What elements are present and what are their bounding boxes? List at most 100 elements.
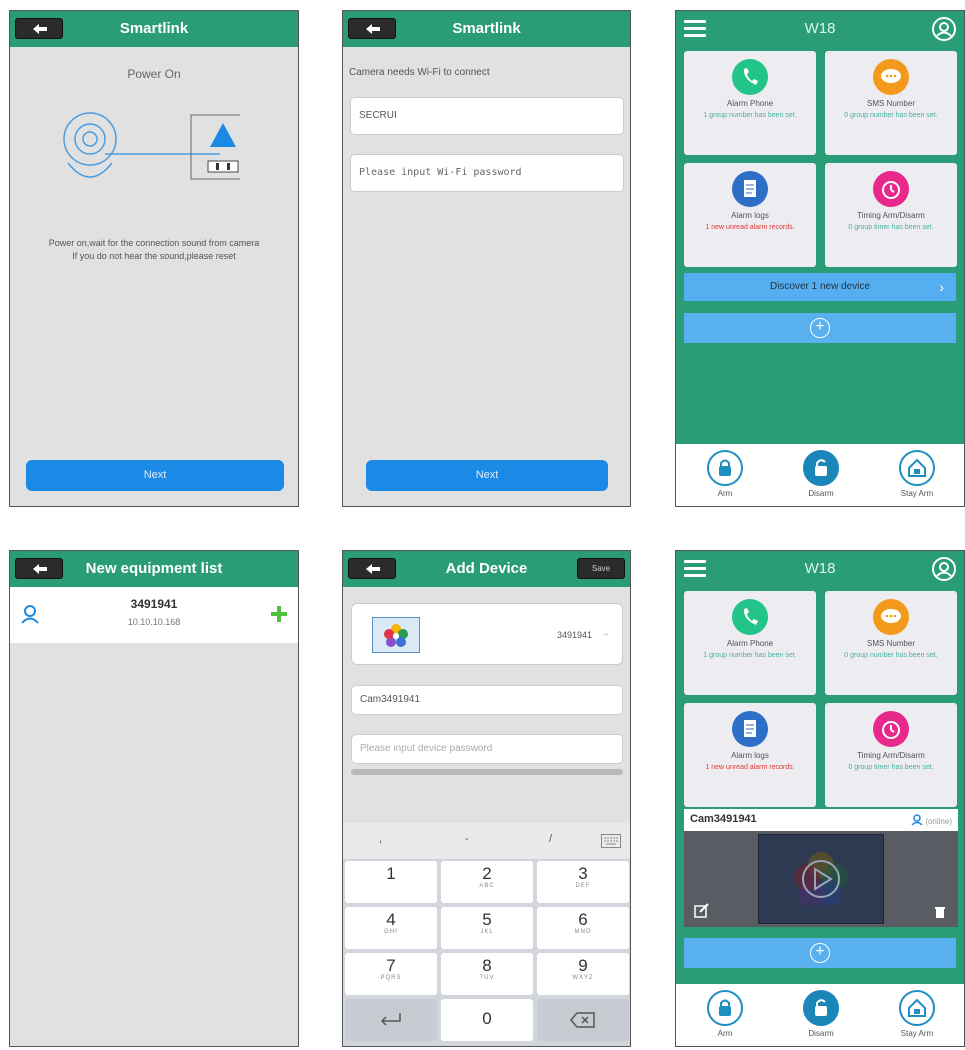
key-digit: 5 <box>482 910 492 929</box>
discover-device-banner[interactable]: Discover 1 new device › <box>684 273 956 301</box>
camera-name: Cam3491941 <box>690 813 757 825</box>
nav-stay-arm[interactable]: Stay Arm <box>887 450 947 498</box>
tile-timing-arm-disarm[interactable]: Timing Arm/Disarm 0 group timer has been… <box>825 703 957 807</box>
power-on-heading: Power On <box>127 67 181 81</box>
alarm-clock-icon <box>873 171 909 207</box>
key-letters: DEF <box>575 883 591 889</box>
tile-subtitle: 1 group number has been set. <box>703 652 797 659</box>
add-device-button[interactable]: + <box>684 313 956 343</box>
tile-subtitle: 0 group timer has been set. <box>848 224 934 231</box>
wifi-password-input[interactable]: Please input Wi-Fi password <box>350 154 624 192</box>
key-3[interactable]: 3 DEF <box>537 861 629 903</box>
arrow-right-icon: → <box>600 628 610 639</box>
key-letters: PQRS <box>380 975 402 981</box>
header-bar: Smartlink <box>10 11 298 47</box>
new-equipment-list-screen: New equipment list 3491941 10.10.10.168 <box>9 550 299 1047</box>
device-card[interactable]: 3491941 → <box>351 603 623 665</box>
home-lock-icon <box>899 450 935 486</box>
unlock-icon <box>803 450 839 486</box>
device-password-input[interactable]: Please input device password <box>351 734 623 764</box>
key-digit: 4 <box>386 910 396 929</box>
instruction-text: Power on,wait for the connection sound f… <box>10 237 298 263</box>
nav-stay-arm[interactable]: Stay Arm <box>887 990 947 1038</box>
device-ip: 10.10.10.168 <box>127 617 181 627</box>
user-account-icon[interactable] <box>932 17 956 41</box>
tile-timing-arm-disarm[interactable]: Timing Arm/Disarm 0 group timer has been… <box>825 163 957 267</box>
keyboard-icon[interactable] <box>601 834 621 848</box>
tile-title: SMS Number <box>866 99 915 108</box>
w18-dashboard-screen: W18 Alarm Phone 1 group number has been … <box>675 10 965 507</box>
nav-arm[interactable]: Arm <box>695 990 755 1038</box>
document-icon <box>732 171 768 207</box>
key-1[interactable]: 1 <box>345 861 437 903</box>
device-id: 3491941 <box>130 597 178 611</box>
save-button[interactable]: Save <box>577 558 625 579</box>
camera-status: (online) <box>911 814 952 826</box>
document-icon <box>732 711 768 747</box>
key-5[interactable]: 5 JKL <box>441 907 533 949</box>
nav-label: Stay Arm <box>900 489 934 498</box>
key-6[interactable]: 6 MNO <box>537 907 629 949</box>
key-7[interactable]: 7 PQRS <box>345 953 437 995</box>
tile-title: Alarm logs <box>731 211 769 220</box>
tile-title: Timing Arm/Disarm <box>857 211 925 220</box>
enter-key[interactable] <box>345 999 437 1041</box>
key-4[interactable]: 4 GHI <box>345 907 437 949</box>
camera-thumbnail[interactable] <box>758 834 884 924</box>
tile-sms-number[interactable]: SMS Number 0 group number has been set. <box>825 51 957 155</box>
trash-icon[interactable] <box>934 905 946 919</box>
instruction-line-2: If you do not hear the sound,please rese… <box>72 251 236 261</box>
key-9[interactable]: 9 WXYZ <box>537 953 629 995</box>
key-8[interactable]: 8 TUV <box>441 953 533 995</box>
camera-status-label: (online) <box>925 817 952 826</box>
camera-socket-illustration <box>63 112 240 180</box>
edit-icon[interactable] <box>694 903 710 919</box>
tile-alarm-phone[interactable]: Alarm Phone 1 group number has been set. <box>684 591 816 695</box>
tile-title: SMS Number <box>866 639 915 648</box>
camera-preview[interactable] <box>684 831 958 927</box>
phone-icon <box>732 599 768 635</box>
nav-label: Disarm <box>808 1029 834 1038</box>
nav-label: Disarm <box>808 489 834 498</box>
key-dash[interactable]: - <box>465 833 469 845</box>
key-comma[interactable]: , <box>379 833 382 845</box>
key-digit: 7 <box>386 956 396 975</box>
nav-disarm[interactable]: Disarm <box>791 990 851 1038</box>
device-thumbnail-icon <box>372 617 420 653</box>
plus-icon[interactable] <box>270 605 288 623</box>
tile-alarm-phone[interactable]: Alarm Phone 1 group number has been set. <box>684 51 816 155</box>
smartlink-power-screen: Smartlink Power On Power on,wait for the… <box>9 10 299 507</box>
numeric-keyboard: , - / 1 2 ABC 3 DEF 4 GHI 5 JKL 6 MNO 7 PQRS 8… <box>343 823 630 1046</box>
nav-arm[interactable]: Arm <box>695 450 755 498</box>
return-icon <box>380 1013 401 1026</box>
nav-disarm[interactable]: Disarm <box>791 450 851 498</box>
tile-alarm-logs[interactable]: Alarm logs 1 new unread alarm records. <box>684 703 816 807</box>
list-item[interactable]: 3491941 10.10.10.168 <box>10 587 298 643</box>
key-0[interactable]: 0 <box>441 999 533 1041</box>
add-device-button[interactable]: + <box>684 938 956 968</box>
tile-alarm-logs[interactable]: Alarm logs 1 new unread alarm records. <box>684 163 816 267</box>
plus-icon: + <box>810 318 830 338</box>
page-title: New equipment list <box>85 560 223 577</box>
user-account-icon[interactable] <box>932 557 956 581</box>
backspace-key[interactable] <box>537 999 629 1041</box>
page-title: Smartlink <box>452 20 521 37</box>
tile-subtitle: 1 new unread alarm records. <box>705 224 795 231</box>
key-slash[interactable]: / <box>549 833 552 845</box>
next-button[interactable]: Next <box>26 460 284 491</box>
key-letters: MNO <box>574 929 592 935</box>
nav-label: Arm <box>717 1029 733 1038</box>
smartlink-wifi-screen: Smartlink Camera needs Wi-Fi to connect … <box>342 10 631 507</box>
lock-icon <box>707 450 743 486</box>
tile-subtitle: 1 new unread alarm records. <box>705 764 795 771</box>
wifi-ssid-field[interactable]: SECRUI <box>350 97 624 135</box>
header-bar: W18 <box>676 11 964 47</box>
instruction-line-1: Power on,wait for the connection sound f… <box>48 238 260 248</box>
play-icon[interactable] <box>759 835 883 923</box>
tile-sms-number[interactable]: SMS Number 0 group number has been set. <box>825 591 957 695</box>
next-button[interactable]: Next <box>366 460 608 491</box>
backspace-icon <box>570 1012 595 1028</box>
w18-camera-screen: W18 Alarm Phone 1 group number has been … <box>675 550 965 1047</box>
device-name-field[interactable]: Cam3491941 <box>351 685 623 715</box>
key-2[interactable]: 2 ABC <box>441 861 533 903</box>
